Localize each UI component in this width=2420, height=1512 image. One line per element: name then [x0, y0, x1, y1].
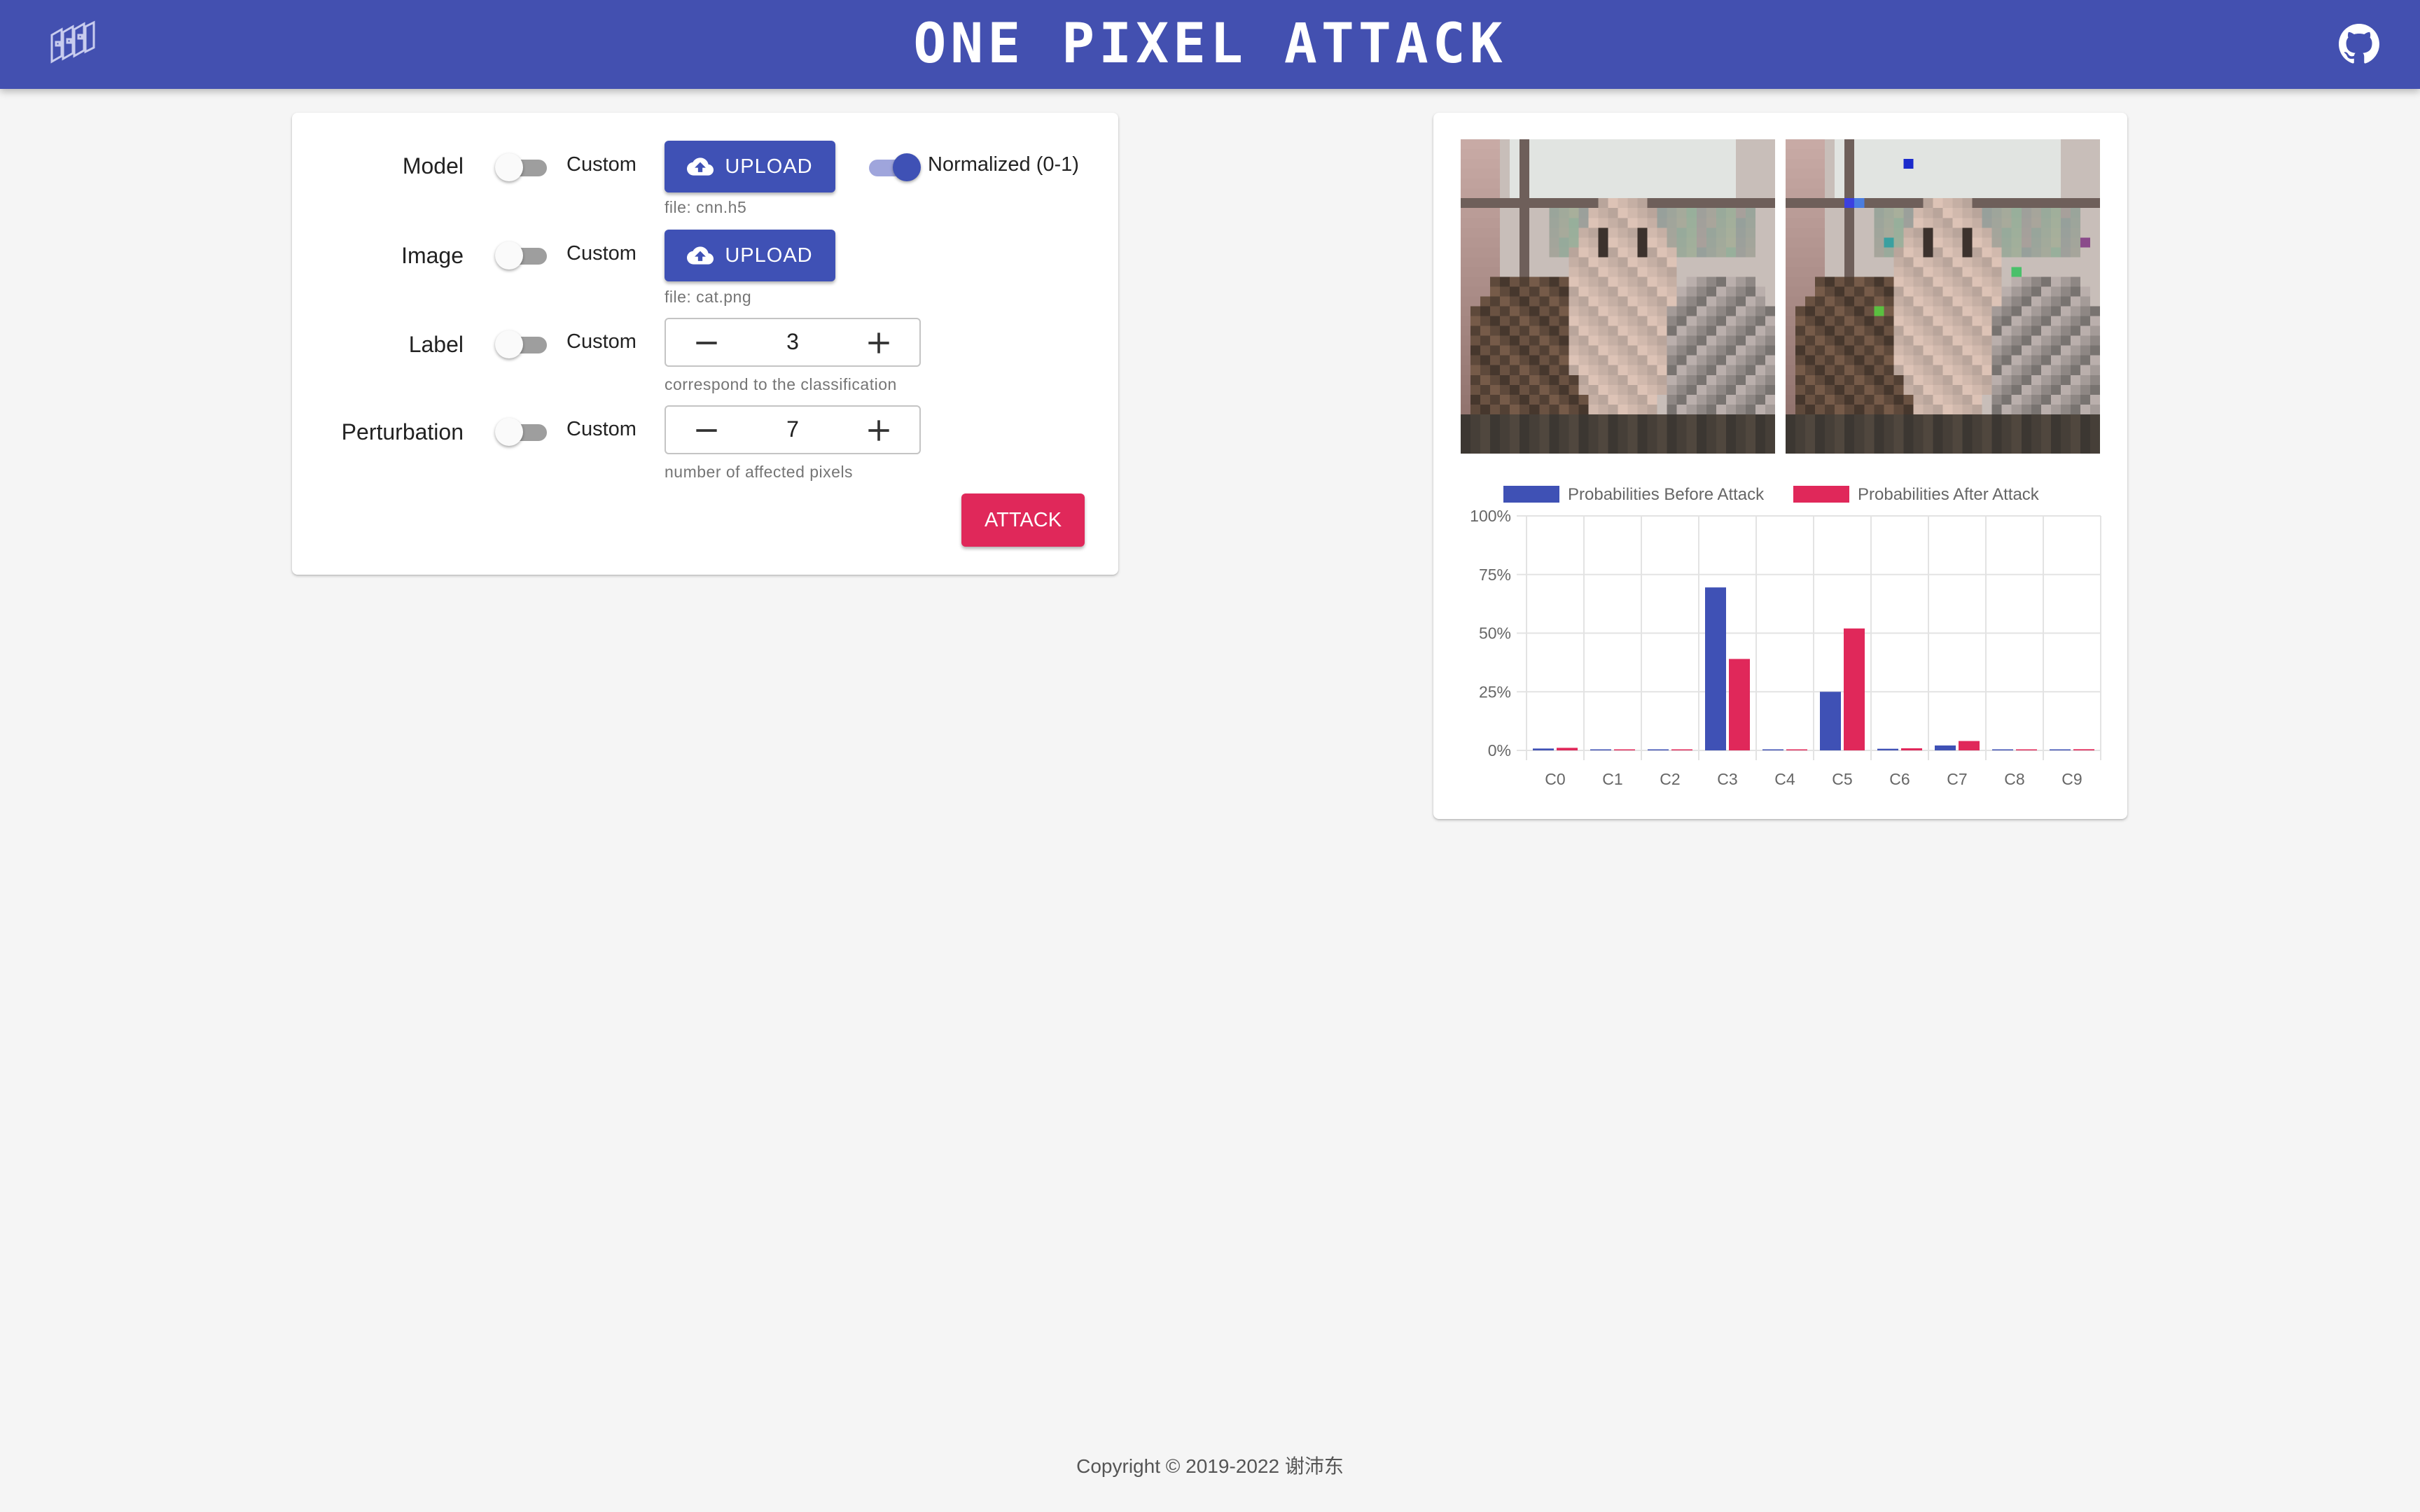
label-stepper: 3: [665, 318, 921, 367]
y-tick-label: 0%: [1488, 741, 1511, 760]
bar-c4-series-2: [1786, 749, 1807, 750]
bar-c0-series-2: [1557, 748, 1578, 750]
normalized-toggle[interactable]: [862, 149, 921, 184]
model-upload-button[interactable]: UPLOAD: [665, 141, 835, 192]
bar-c1-series-2: [1614, 749, 1635, 750]
legend-label[interactable]: Probabilities Before Attack: [1568, 485, 1765, 504]
bar-c5-series-2: [1844, 628, 1865, 750]
github-icon[interactable]: [2339, 24, 2379, 64]
image-upload-button[interactable]: UPLOAD: [665, 230, 835, 281]
label-custom-toggle[interactable]: [495, 326, 551, 361]
bar-c6-series-1: [1877, 748, 1898, 750]
model-label: Model: [402, 153, 464, 178]
image-custom-toggle[interactable]: [495, 237, 551, 272]
cloud-upload-icon: [687, 158, 714, 176]
legend-swatch[interactable]: [1793, 486, 1849, 503]
app-bar: ONE PIXEL ATTACK: [0, 0, 2420, 89]
bar-c4-series-1: [1762, 749, 1783, 750]
label-custom-label: Custom: [566, 330, 637, 353]
bar-c8-series-1: [1992, 749, 2013, 750]
attack-button[interactable]: ATTACK: [961, 493, 1085, 547]
label-helper-text: correspond to the classification: [665, 375, 897, 393]
bar-c9-series-1: [2050, 749, 2071, 750]
x-tick-label: C8: [2004, 770, 2024, 788]
y-tick-label: 50%: [1479, 624, 1511, 643]
x-tick-label: C6: [1889, 770, 1910, 788]
x-tick-label: C7: [1947, 770, 1967, 788]
cloud-upload-icon: [687, 246, 714, 265]
legend-swatch[interactable]: [1503, 486, 1559, 503]
x-tick-label: C9: [2061, 770, 2082, 788]
bar-c3-series-1: [1705, 587, 1726, 750]
bar-c2-series-2: [1671, 749, 1692, 750]
image-custom-label: Custom: [566, 242, 637, 265]
bar-c7-series-2: [1959, 741, 1980, 750]
bar-c1-series-1: [1590, 749, 1611, 750]
bar-c6-series-2: [1901, 748, 1922, 750]
footer-copyright: Copyright © 2019-2022 谢沛东: [1076, 1455, 1344, 1477]
bar-c7-series-1: [1935, 745, 1956, 750]
bar-c9-series-2: [2073, 749, 2094, 750]
results-card: 0% 25% 50% 75% 100% C0 C1 C2 C3 C4 C5 C6 C7 C8 C9 Proba…: [1433, 113, 2127, 819]
x-tick-label: C4: [1774, 770, 1795, 788]
perturbation-custom-label: Custom: [566, 418, 637, 440]
label-label: Label: [408, 332, 464, 357]
app-title: ONE PIXEL ATTACK: [913, 13, 1507, 76]
x-tick-label: C3: [1717, 770, 1737, 788]
plus-icon[interactable]: [863, 328, 894, 358]
probability-chart: 0% 25% 50% 75% 100% C0 C1 C2 C3 C4 C5 C6 C7 C8 C9 Proba…: [1470, 485, 2101, 788]
x-tick-label: C0: [1545, 770, 1565, 788]
bar-c0-series-1: [1533, 748, 1554, 750]
bar-c5-series-1: [1820, 692, 1841, 750]
y-tick-label: 100%: [1470, 507, 1511, 525]
x-tick-label: C2: [1660, 770, 1680, 788]
legend-label[interactable]: Probabilities After Attack: [1858, 485, 2040, 504]
image-file-name: file: cat.png: [665, 288, 752, 306]
model-custom-label: Custom: [566, 153, 637, 176]
x-tick-label: C5: [1832, 770, 1852, 788]
image-upload-label: UPLOAD: [725, 244, 813, 267]
bar-c8-series-2: [2016, 749, 2037, 750]
image-label: Image: [401, 243, 464, 268]
y-tick-label: 25%: [1479, 682, 1511, 701]
perturbation-stepper: 7: [665, 405, 921, 454]
y-tick-label: 75%: [1479, 566, 1511, 584]
model-upload-label: UPLOAD: [725, 155, 813, 178]
model-file-name: file: cnn.h5: [665, 198, 747, 216]
attack-settings-card: Model Custom UPLOAD Normalized (0-1) fil…: [292, 113, 1118, 575]
perturbation-label: Perturbation: [341, 419, 464, 444]
bar-c3-series-2: [1729, 659, 1750, 750]
x-tick-label: C1: [1602, 770, 1622, 788]
normalized-label: Normalized (0-1): [928, 153, 1079, 176]
model-custom-toggle[interactable]: [495, 149, 551, 184]
perturbation-helper-text: number of affected pixels: [665, 463, 854, 481]
bar-c2-series-1: [1648, 749, 1669, 750]
perturbation-custom-toggle[interactable]: [495, 414, 551, 449]
plus-icon[interactable]: [863, 415, 894, 446]
